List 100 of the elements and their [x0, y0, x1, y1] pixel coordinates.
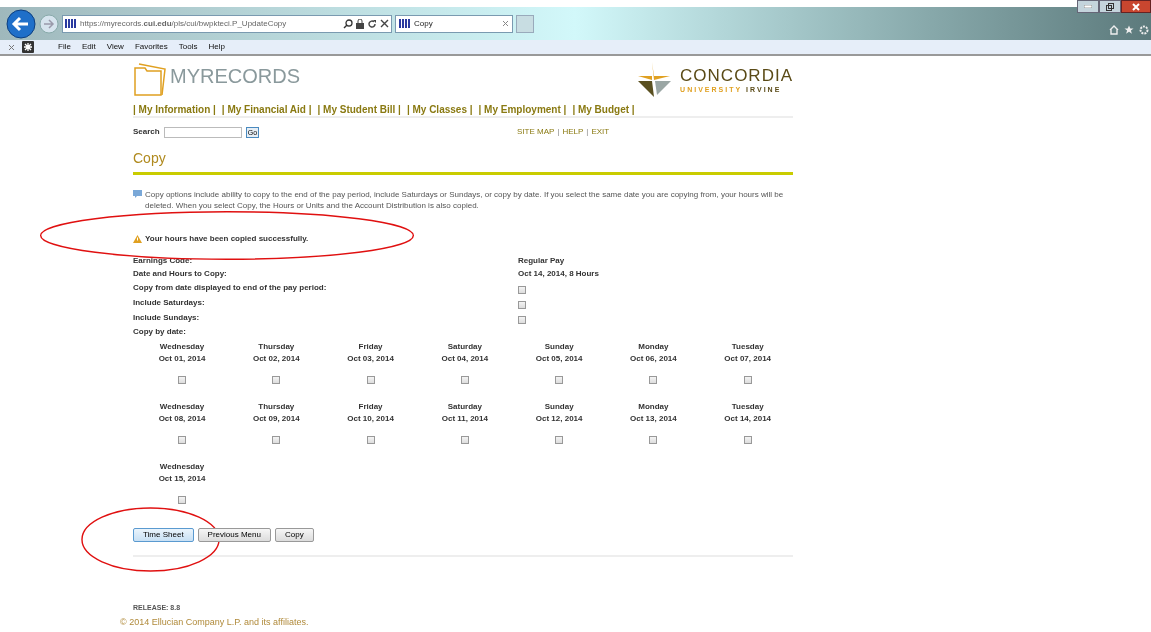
menu-item[interactable]: File — [58, 41, 71, 53]
checkbox[interactable] — [518, 300, 526, 309]
menu-item[interactable]: Favorites — [134, 41, 168, 53]
date-label: Oct 03, 2014 — [347, 353, 394, 365]
checkbox[interactable] — [178, 376, 186, 384]
search-icon[interactable] — [343, 18, 353, 29]
weekday-label: Wednesday — [159, 341, 205, 353]
date-label: Oct 14, 2014 — [724, 413, 772, 425]
weekday-label: Sunday — [544, 401, 574, 413]
checkbox[interactable] — [518, 315, 526, 324]
date-label: Oct 08, 2014 — [158, 413, 206, 425]
checkbox[interactable] — [460, 376, 469, 384]
search-label: Search — [133, 126, 160, 138]
info-text: Copy options include ability to copy to the end of the pay period, include Saturdays or Sundays, or copy by date. If you select the same date you are copying from, your hours will be deleted. When you select Copy, the Hours or Units and the Account Distribution is also copied. — [145, 189, 785, 211]
field-label: Copy by date: — [133, 326, 187, 338]
field-label: Include Saturdays: — [133, 297, 205, 307]
field-label: Copy from date displayed to end of the pay period: — [133, 282, 327, 292]
tab-title: Copy — [414, 17, 434, 30]
address-bar[interactable]: https://myrecords.cui.edu/pls/cui/bwpkteci.P_UpdateCopy — [62, 14, 392, 33]
checkbox[interactable] — [366, 436, 375, 444]
weekday-label: Saturday — [447, 341, 482, 353]
info-icon — [133, 190, 142, 198]
field-label: Include Sundays: — [133, 312, 200, 322]
form-button[interactable]: Copy — [274, 528, 314, 542]
checkbox[interactable] — [178, 496, 186, 504]
utility-link[interactable]: SITE MAP — [517, 126, 555, 138]
date-label: Oct 12, 2014 — [535, 413, 583, 425]
window-close-button[interactable] — [1121, 0, 1151, 13]
weekday-label: Friday — [358, 401, 383, 413]
folder-logo-icon — [133, 62, 169, 98]
nav-link[interactable]: | My Financial Aid | — [221, 101, 312, 117]
date-label: Oct 06, 2014 — [630, 353, 677, 365]
lock-icon — [356, 18, 364, 29]
date-label: Oct 05, 2014 — [535, 353, 583, 365]
checkbox[interactable] — [272, 376, 281, 384]
site-icon — [65, 18, 77, 29]
date-label: Oct 02, 2014 — [252, 353, 300, 365]
weekday-label: Monday — [638, 401, 669, 413]
menu-item[interactable]: Tools — [178, 41, 198, 53]
date-label: Oct 11, 2014 — [441, 413, 488, 425]
date-label: Oct 04, 2014 — [441, 353, 489, 365]
weekday-label: Sunday — [544, 341, 574, 353]
date-label: Oct 10, 2014 — [347, 413, 394, 425]
search-field[interactable] — [163, 126, 242, 138]
checkbox[interactable] — [649, 376, 658, 384]
checkbox[interactable] — [555, 436, 564, 444]
field-value: Regular Pay — [518, 254, 565, 267]
checkbox[interactable] — [460, 436, 469, 444]
checkbox[interactable] — [743, 376, 752, 384]
browser-tab[interactable]: Copy — [395, 14, 513, 33]
menu-item[interactable]: Edit — [81, 41, 96, 53]
university-name: CONCORDIA — [680, 67, 793, 84]
home-icon[interactable] — [1109, 25, 1119, 35]
field-label: Date and Hours to Copy: — [133, 268, 227, 278]
minimize-button[interactable] — [1077, 0, 1099, 13]
separator: | — [586, 126, 589, 138]
checkbox[interactable] — [743, 436, 752, 444]
nav-link[interactable]: | My Information | — [133, 101, 216, 117]
utility-link[interactable]: HELP — [562, 126, 584, 138]
warning-icon — [133, 235, 142, 243]
field-value: Oct 14, 2014, 8 Hours — [518, 267, 599, 280]
weekday-label: Thursday — [258, 401, 295, 413]
url-text: https://myrecords.cui.edu/pls/cui/bwpkteci.P_UpdateCopy — [80, 17, 287, 30]
form-button[interactable]: Time Sheet — [133, 528, 194, 542]
weekday-label: Tuesday — [731, 341, 764, 353]
close-icon — [1132, 2, 1140, 11]
copyright-text: © 2014 Ellucian Company L.P. and its affiliates. — [120, 616, 310, 628]
nav-link[interactable]: | My Student Bill | — [317, 101, 401, 117]
checkbox[interactable] — [518, 285, 526, 294]
logo-text: MYRECORDS — [170, 66, 300, 86]
back-icon[interactable] — [6, 8, 36, 39]
weekday-label: Wednesday — [159, 401, 205, 413]
site-icon — [399, 18, 411, 29]
weekday-label: Monday — [638, 341, 669, 353]
menu-item[interactable]: Help — [208, 41, 225, 53]
refresh-icon[interactable] — [367, 18, 377, 29]
date-label: Oct 07, 2014 — [724, 353, 772, 365]
nav-link[interactable]: | My Budget | — [572, 101, 635, 117]
checkbox[interactable] — [366, 376, 375, 384]
weekday-label: Wednesday — [159, 461, 205, 473]
menu-item[interactable]: View — [106, 41, 124, 53]
date-label: Oct 13, 2014 — [630, 413, 677, 425]
nav-link[interactable]: | My Classes | — [406, 101, 473, 117]
checkbox[interactable] — [555, 376, 564, 384]
weekday-label: Tuesday — [731, 401, 764, 413]
restore-button[interactable] — [1099, 0, 1121, 13]
settings-icon[interactable] — [1139, 25, 1149, 35]
toolbar-app-icon[interactable] — [22, 41, 34, 53]
star-icon[interactable] — [1124, 25, 1134, 35]
form-button[interactable]: Previous Menu — [197, 528, 271, 542]
weekday-label: Thursday — [258, 341, 295, 353]
new-tab-button[interactable] — [516, 14, 534, 33]
restore-icon — [1106, 2, 1114, 11]
close-icon[interactable] — [380, 19, 389, 28]
checkbox[interactable] — [178, 436, 186, 444]
utility-link[interactable]: EXIT — [591, 126, 610, 138]
checkbox[interactable] — [272, 436, 281, 444]
forward-icon[interactable] — [39, 13, 59, 34]
checkbox[interactable] — [649, 436, 658, 444]
nav-link[interactable]: | My Employment | — [478, 101, 567, 117]
